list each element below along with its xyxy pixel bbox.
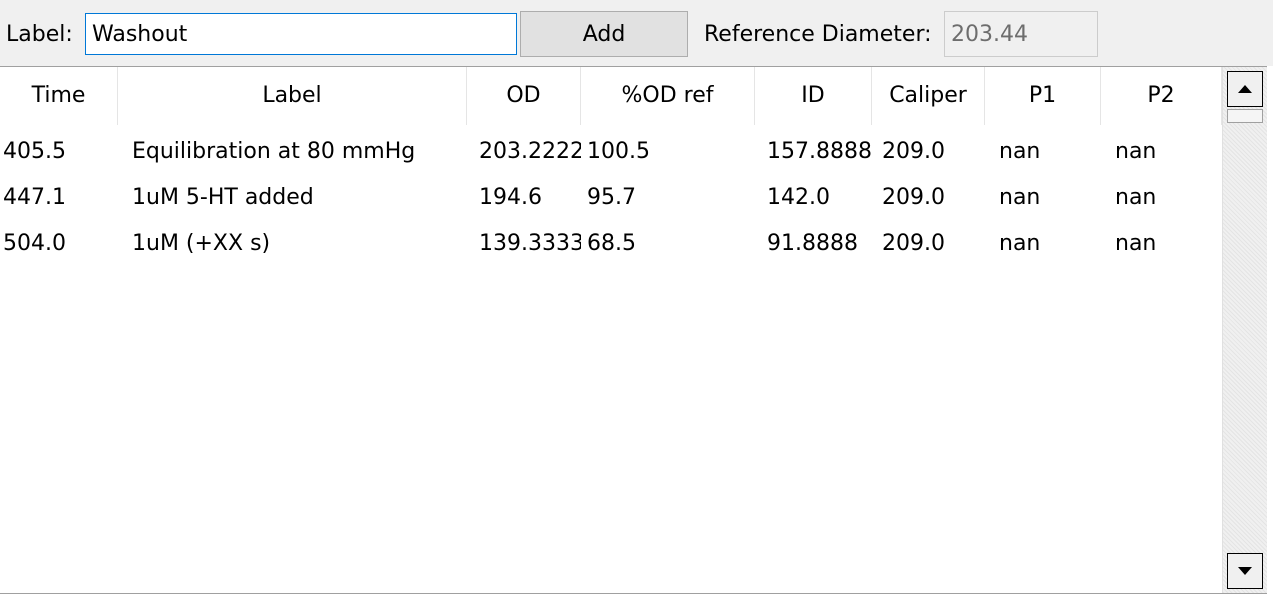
table-row[interactable]: 447.1 1uM 5-HT added 194.6 95.7 142.0 20…: [0, 175, 1222, 221]
table-row[interactable]: 405.5 Equilibration at 80 mmHg 203.2222 …: [0, 129, 1222, 175]
cell-id[interactable]: 157.8888: [755, 129, 872, 175]
reference-diameter-field: [944, 11, 1098, 57]
cell-id[interactable]: 142.0: [755, 175, 872, 221]
column-header-p2[interactable]: P2: [1101, 67, 1222, 125]
cell-od-ref[interactable]: 95.7: [581, 175, 755, 221]
cell-od[interactable]: 203.2222: [467, 129, 581, 175]
scroll-thumb[interactable]: [1227, 109, 1263, 123]
table-header: Time Label OD %OD ref ID Caliper P1 P2: [0, 67, 1222, 125]
cell-p2[interactable]: nan: [1101, 175, 1222, 221]
cell-time[interactable]: 447.1: [0, 175, 118, 221]
column-header-label[interactable]: Label: [118, 67, 467, 125]
cell-time[interactable]: 405.5: [0, 129, 118, 175]
cell-time[interactable]: 504.0: [0, 221, 118, 267]
column-header-time[interactable]: Time: [0, 67, 118, 125]
reference-diameter-caption: Reference Diameter:: [704, 22, 932, 47]
cell-caliper[interactable]: 209.0: [872, 129, 985, 175]
cell-label[interactable]: Equilibration at 80 mmHg: [118, 129, 467, 175]
cell-p1[interactable]: nan: [985, 175, 1101, 221]
table-row[interactable]: 504.0 1uM (+XX s) 139.3333 68.5 91.8888 …: [0, 221, 1222, 267]
cell-od[interactable]: 139.3333: [467, 221, 581, 267]
column-header-p1[interactable]: P1: [985, 67, 1101, 125]
column-header-od[interactable]: OD: [467, 67, 581, 125]
add-button[interactable]: Add: [520, 11, 688, 57]
scroll-down-button[interactable]: [1227, 553, 1263, 589]
triangle-up-icon: [1238, 85, 1252, 93]
label-caption: Label:: [6, 22, 73, 47]
cell-label[interactable]: 1uM 5-HT added: [118, 175, 467, 221]
triangle-down-icon: [1238, 567, 1252, 575]
cell-p1[interactable]: nan: [985, 221, 1101, 267]
column-header-caliper[interactable]: Caliper: [872, 67, 985, 125]
cell-p1[interactable]: nan: [985, 129, 1101, 175]
toolbar: Label: Add Reference Diameter:: [0, 0, 1273, 66]
cell-id[interactable]: 91.8888: [755, 221, 872, 267]
cell-caliper[interactable]: 209.0: [872, 221, 985, 267]
cell-od-ref[interactable]: 100.5: [581, 129, 755, 175]
column-header-od-ref[interactable]: %OD ref: [581, 67, 755, 125]
cell-od-ref[interactable]: 68.5: [581, 221, 755, 267]
cell-label[interactable]: 1uM (+XX s): [118, 221, 467, 267]
cell-caliper[interactable]: 209.0: [872, 175, 985, 221]
cell-od[interactable]: 194.6: [467, 175, 581, 221]
column-header-id[interactable]: ID: [755, 67, 872, 125]
label-input[interactable]: [85, 13, 517, 55]
scroll-up-button[interactable]: [1227, 71, 1263, 107]
vertical-scrollbar[interactable]: [1222, 67, 1267, 593]
results-table: Time Label OD %OD ref ID Caliper P1 P2 4…: [0, 66, 1267, 594]
cell-p2[interactable]: nan: [1101, 129, 1222, 175]
cell-p2[interactable]: nan: [1101, 221, 1222, 267]
